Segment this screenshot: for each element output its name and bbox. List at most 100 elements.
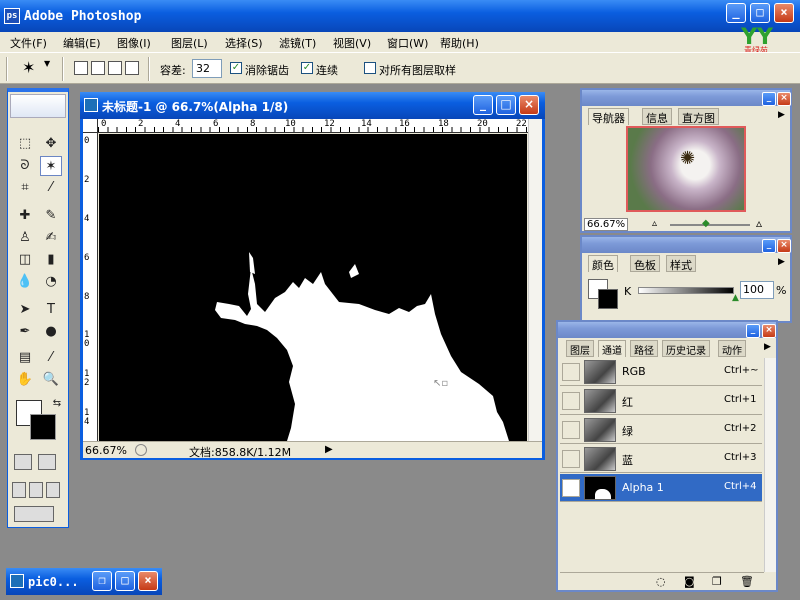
- eyedropper-tool-icon[interactable]: ⁄: [40, 348, 62, 368]
- antialias-checkbox[interactable]: ✓: [230, 62, 242, 74]
- swap-colors-icon[interactable]: ⇆: [46, 394, 68, 414]
- subtract-selection-icon[interactable]: [108, 61, 122, 75]
- color-menu-icon[interactable]: ▶: [778, 257, 785, 267]
- channels-minimize-button[interactable]: _: [746, 324, 760, 338]
- navigator-close-button[interactable]: ×: [777, 92, 791, 106]
- channel-row[interactable]: 绿 Ctrl+2: [560, 416, 762, 444]
- menu-edit[interactable]: 编辑(E): [63, 35, 101, 51]
- menu-window[interactable]: 窗口(W): [387, 35, 428, 51]
- add-selection-icon[interactable]: [91, 61, 105, 75]
- menu-layer[interactable]: 图层(L): [171, 35, 208, 51]
- document-canvas[interactable]: ↖▫: [99, 134, 527, 441]
- restore-button[interactable]: ❐: [92, 571, 112, 591]
- status-menu-arrow-icon[interactable]: ▶: [325, 444, 333, 455]
- app-close-button[interactable]: ×: [774, 3, 794, 23]
- shape-tool-icon[interactable]: ●: [40, 322, 62, 342]
- zoom-tool-icon[interactable]: 🔍: [40, 370, 62, 390]
- magic-wand-preset-icon[interactable]: ✶: [22, 58, 35, 77]
- brush-tool-icon[interactable]: ✎: [40, 206, 62, 226]
- tab-actions[interactable]: 动作: [718, 340, 746, 357]
- gradient-tool-icon[interactable]: ▮: [40, 250, 62, 270]
- zoom-out-icon[interactable]: ▵: [652, 218, 657, 229]
- visibility-toggle[interactable]: [562, 392, 580, 410]
- color-minimize-button[interactable]: _: [762, 239, 776, 253]
- horizontal-ruler[interactable]: 0 2 4 6 8 10 12 14 16 18 20 22: [98, 119, 528, 133]
- color-bg-swatch[interactable]: [598, 289, 618, 309]
- screen-mode-standard-icon[interactable]: [12, 482, 26, 498]
- contiguous-checkbox[interactable]: ✓: [301, 62, 313, 74]
- doc-maximize-button[interactable]: □: [496, 95, 516, 115]
- menu-select[interactable]: 选择(S): [225, 35, 263, 51]
- screen-mode-full-icon[interactable]: [46, 482, 60, 498]
- zoom-in-icon[interactable]: ▵: [756, 216, 762, 230]
- new-channel-icon[interactable]: ❐: [712, 575, 722, 588]
- menu-help[interactable]: 帮助(H): [440, 35, 479, 51]
- doc-minimize-button[interactable]: _: [473, 95, 493, 115]
- close-button[interactable]: ×: [138, 571, 158, 591]
- blur-tool-icon[interactable]: 💧: [14, 272, 36, 292]
- marquee-tool-icon[interactable]: ⬚: [14, 134, 36, 154]
- navigator-zoom[interactable]: 66.67%: [584, 218, 629, 231]
- color-close-button[interactable]: ×: [777, 239, 791, 253]
- channels-scrollbar[interactable]: [764, 358, 776, 572]
- eraser-tool-icon[interactable]: ◫: [14, 250, 36, 270]
- type-tool-icon[interactable]: T: [40, 300, 62, 320]
- standard-mode-icon[interactable]: [14, 454, 32, 470]
- tab-history[interactable]: 历史记录: [662, 340, 710, 357]
- channels-close-button[interactable]: ×: [762, 324, 776, 338]
- visibility-toggle[interactable]: [562, 363, 580, 381]
- magic-wand-tool-icon[interactable]: ✶: [40, 156, 62, 176]
- tab-info[interactable]: 信息: [642, 108, 672, 125]
- maximize-button[interactable]: □: [115, 571, 135, 591]
- ruler-corner[interactable]: [83, 119, 98, 133]
- slice-tool-icon[interactable]: ⁄: [40, 178, 62, 198]
- new-selection-icon[interactable]: [74, 61, 88, 75]
- menu-filter[interactable]: 滤镜(T): [279, 35, 316, 51]
- channel-row[interactable]: RGB Ctrl+~: [560, 358, 762, 386]
- tab-layers[interactable]: 图层: [566, 340, 594, 357]
- app-minimize-button[interactable]: _: [726, 3, 746, 23]
- tab-histogram[interactable]: 直方图: [678, 108, 719, 125]
- channel-row[interactable]: 红 Ctrl+1: [560, 387, 762, 415]
- doc-close-button[interactable]: ×: [519, 95, 539, 115]
- zoom-level[interactable]: 66.67%: [85, 444, 127, 457]
- k-slider-track[interactable]: [638, 287, 734, 294]
- menu-image[interactable]: 图像(I): [117, 35, 151, 51]
- trash-icon[interactable]: 🗑: [740, 575, 754, 588]
- pen-tool-icon[interactable]: ✒: [14, 322, 36, 342]
- screen-mode-menu-icon[interactable]: [29, 482, 43, 498]
- lasso-tool-icon[interactable]: ᘐ: [14, 156, 36, 176]
- navigator-menu-icon[interactable]: ▶: [778, 110, 785, 120]
- navigator-zoom-slider[interactable]: [670, 224, 750, 226]
- quick-mask-mode-icon[interactable]: [38, 454, 56, 470]
- visibility-toggle[interactable]: [562, 421, 580, 439]
- tab-paths[interactable]: 路径: [630, 340, 658, 357]
- tab-navigator[interactable]: 导航器: [588, 108, 629, 125]
- dodge-tool-icon[interactable]: ◔: [40, 272, 62, 292]
- hand-tool-icon[interactable]: ✋: [14, 370, 36, 390]
- menu-view[interactable]: 视图(V): [333, 35, 371, 51]
- move-tool-icon[interactable]: ✥: [40, 134, 62, 154]
- zoom-slider-handle-icon[interactable]: ◆: [702, 218, 710, 229]
- path-select-tool-icon[interactable]: ➤: [14, 300, 36, 320]
- stamp-tool-icon[interactable]: ♙: [14, 228, 36, 248]
- background-color-swatch[interactable]: [30, 414, 56, 440]
- tab-swatches[interactable]: 色板: [630, 255, 660, 272]
- preset-dropdown-icon[interactable]: ▼: [44, 59, 50, 68]
- visibility-toggle[interactable]: [562, 450, 580, 468]
- load-selection-icon[interactable]: ◌: [656, 575, 666, 588]
- navigator-preview-image[interactable]: ✺: [626, 126, 746, 212]
- channel-row-selected[interactable]: 👁 Alpha 1 Ctrl+4: [560, 474, 762, 502]
- healing-brush-icon[interactable]: ✚: [14, 206, 36, 226]
- menu-file[interactable]: 文件(F): [10, 35, 47, 51]
- sample-all-layers-checkbox[interactable]: [364, 62, 376, 74]
- crop-tool-icon[interactable]: ⌗: [14, 178, 36, 198]
- history-brush-icon[interactable]: ✍: [40, 228, 62, 248]
- k-slider-handle-icon[interactable]: ▲: [732, 293, 739, 303]
- notes-tool-icon[interactable]: ▤: [14, 348, 36, 368]
- minimized-window[interactable]: pic0... ❐ □ ×: [6, 568, 162, 595]
- channels-menu-icon[interactable]: ▶: [764, 342, 771, 352]
- vertical-ruler[interactable]: 0 2 4 6 8 10 12 14: [83, 133, 98, 441]
- toolbox-feather-icon[interactable]: [10, 94, 66, 118]
- document-vertical-scrollbar[interactable]: [528, 119, 542, 441]
